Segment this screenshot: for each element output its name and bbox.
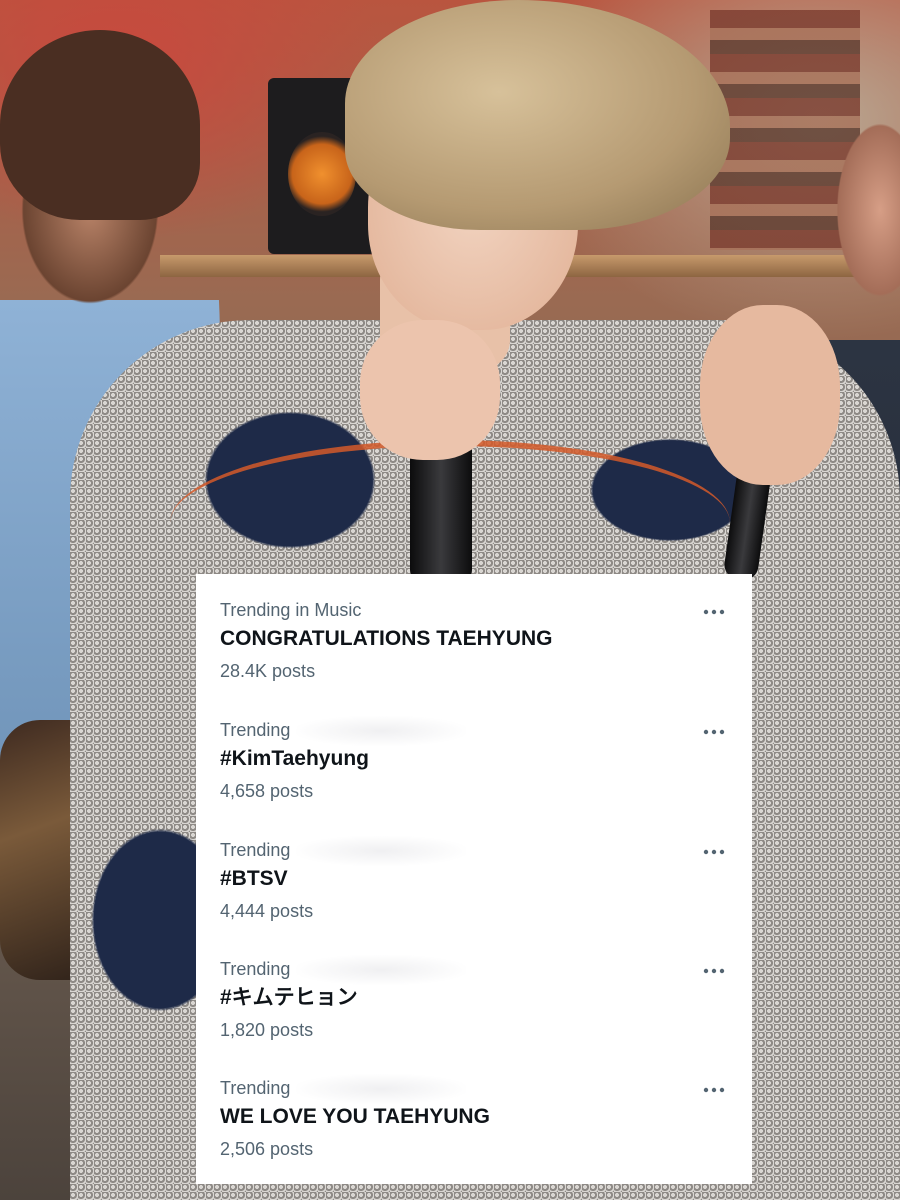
trend-post-count: 4,658 posts: [220, 781, 314, 801]
redaction-blur: [296, 955, 466, 985]
redaction-blur: [296, 716, 466, 746]
trending-card: Trending in Music CONGRATULATIONS TAEHYU…: [196, 574, 752, 1184]
trend-item[interactable]: Trending WE LOVE YOU TAEHYUNG 2,506 post…: [196, 1072, 752, 1191]
trend-context: Trending in Music: [220, 600, 362, 620]
musician-left-hair: [0, 30, 200, 220]
trend-post-count: 28.4K posts: [220, 661, 316, 681]
more-options-button[interactable]: [696, 720, 732, 744]
screenshot-stage: Trending in Music CONGRATULATIONS TAEHYU…: [0, 0, 900, 1200]
redaction-blur: [296, 836, 466, 866]
trend-item[interactable]: Trending #KimTaehyung 4,658 posts: [196, 714, 752, 833]
more-horizontal-icon: [703, 609, 725, 615]
more-horizontal-icon: [703, 968, 725, 974]
trend-post-count: 2,506 posts: [220, 1139, 314, 1159]
trend-context: Trending: [220, 840, 291, 860]
more-horizontal-icon: [703, 1087, 725, 1093]
trend-item[interactable]: Trending #キムテヒョン 1,820 posts: [196, 953, 752, 1072]
more-options-button[interactable]: [696, 1078, 732, 1102]
singer-hand-left: [360, 320, 500, 460]
trend-context: Trending: [220, 720, 291, 740]
trend-context: Trending: [220, 1078, 291, 1098]
more-options-button[interactable]: [696, 600, 732, 624]
trend-post-count: 1,820 posts: [220, 1020, 314, 1040]
trend-context: Trending: [220, 959, 291, 979]
more-horizontal-icon: [703, 849, 725, 855]
more-options-button[interactable]: [696, 840, 732, 864]
trend-title: #KimTaehyung: [220, 747, 369, 770]
trend-item[interactable]: Trending #BTSV 4,444 posts: [196, 834, 752, 953]
redaction-blur: [296, 1074, 466, 1104]
trend-title: CONGRATULATIONS TAEHYUNG: [220, 627, 553, 650]
more-options-button[interactable]: [696, 959, 732, 983]
trend-item[interactable]: Trending in Music CONGRATULATIONS TAEHYU…: [196, 594, 752, 713]
more-horizontal-icon: [703, 729, 725, 735]
trend-title: #キムテヒョン: [220, 986, 358, 1009]
trend-post-count: 4,444 posts: [220, 901, 314, 921]
trend-title: #BTSV: [220, 867, 288, 890]
trend-title: WE LOVE YOU TAEHYUNG: [220, 1105, 490, 1128]
singer-hand-right: [700, 305, 840, 485]
